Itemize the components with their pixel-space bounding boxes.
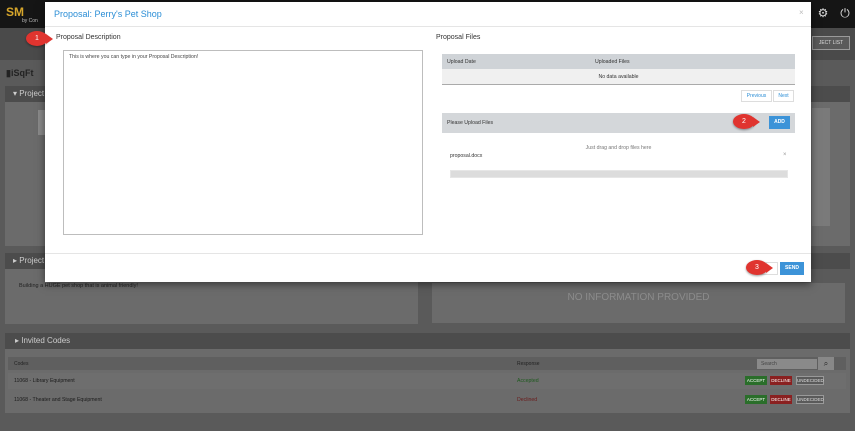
modal-title: Proposal: Perry's Pet Shop [54,9,162,19]
search-icon[interactable]: ⌕ [818,357,834,370]
step-marker-2: 2 [733,114,755,129]
proposal-description-heading: Proposal Description [56,34,121,41]
map-thumbnail [812,108,830,226]
power-icon[interactable]: ⏻ [838,6,852,20]
logo-subtitle: by Con [22,18,38,24]
step-marker-1: 1 [26,31,48,46]
step-marker-pointer [753,117,760,127]
undecided-button[interactable]: UNDECIDED [796,376,824,385]
no-information: NO INFORMATION PROVIDED [432,283,845,323]
progress-fill [451,171,787,177]
map-control [38,110,45,135]
drop-hint: Just drag and drop files here [585,145,652,151]
decline-button[interactable]: DECLINE [770,395,792,404]
col-upload-date: Upload Date [447,59,476,65]
col-uploaded-files: Uploaded Files [595,59,630,65]
remove-file-icon[interactable]: × [783,152,787,158]
proposal-modal: Proposal: Perry's Pet Shop × Proposal De… [45,2,811,282]
add-file-button[interactable]: ADD [769,116,790,129]
response-cell: Accepted [517,378,539,384]
modal-footer [45,253,811,282]
settings-icon[interactable]: ⚙ [816,6,830,20]
code-cell: 11068 - Theater and Stage Equipment [14,397,102,403]
decline-button[interactable]: DECLINE [770,376,792,385]
files-empty-row: No data available [442,69,795,85]
isqft-logo: ▮iSqFt [6,68,34,78]
logo-text: SM [6,5,24,19]
previous-button[interactable]: Previous [741,90,772,102]
project-list-button[interactable]: JECT LIST [812,36,850,50]
upload-progress-bar [450,170,788,178]
accept-button[interactable]: ACCEPT [745,376,767,385]
proposal-files-heading: Proposal Files [436,34,481,41]
table-row: 11068 - Library Equipment Accepted ACCEP… [8,373,846,389]
step-marker-3: 3 [746,260,768,275]
table-row: 11068 - Theater and Stage Equipment Decl… [8,392,846,408]
undecided-button[interactable]: UNDECIDED [796,395,824,404]
response-cell: Declined [517,397,538,403]
col-codes: Codes [14,361,29,367]
send-button[interactable]: SEND [780,262,804,275]
scope-text: Building a HUGE pet shop that is animal … [19,283,138,289]
invited-codes-title: ▸ Invited Codes [5,333,850,349]
code-cell: 11068 - Library Equipment [14,378,75,384]
close-icon[interactable]: × [799,8,804,17]
col-response: Response [517,361,540,367]
codes-search-input[interactable]: Search [757,359,817,369]
uploaded-file-name: proposal.docx [450,153,483,159]
files-table-header: Upload Date Uploaded Files [442,54,795,69]
next-button[interactable]: Next [773,90,794,102]
step-marker-pointer [766,263,773,273]
invited-table-header: Codes Response [8,357,846,370]
proposal-description-textarea[interactable]: This is where you can type in your Propo… [63,50,423,235]
step-marker-pointer [46,34,53,44]
accept-button[interactable]: ACCEPT [745,395,767,404]
